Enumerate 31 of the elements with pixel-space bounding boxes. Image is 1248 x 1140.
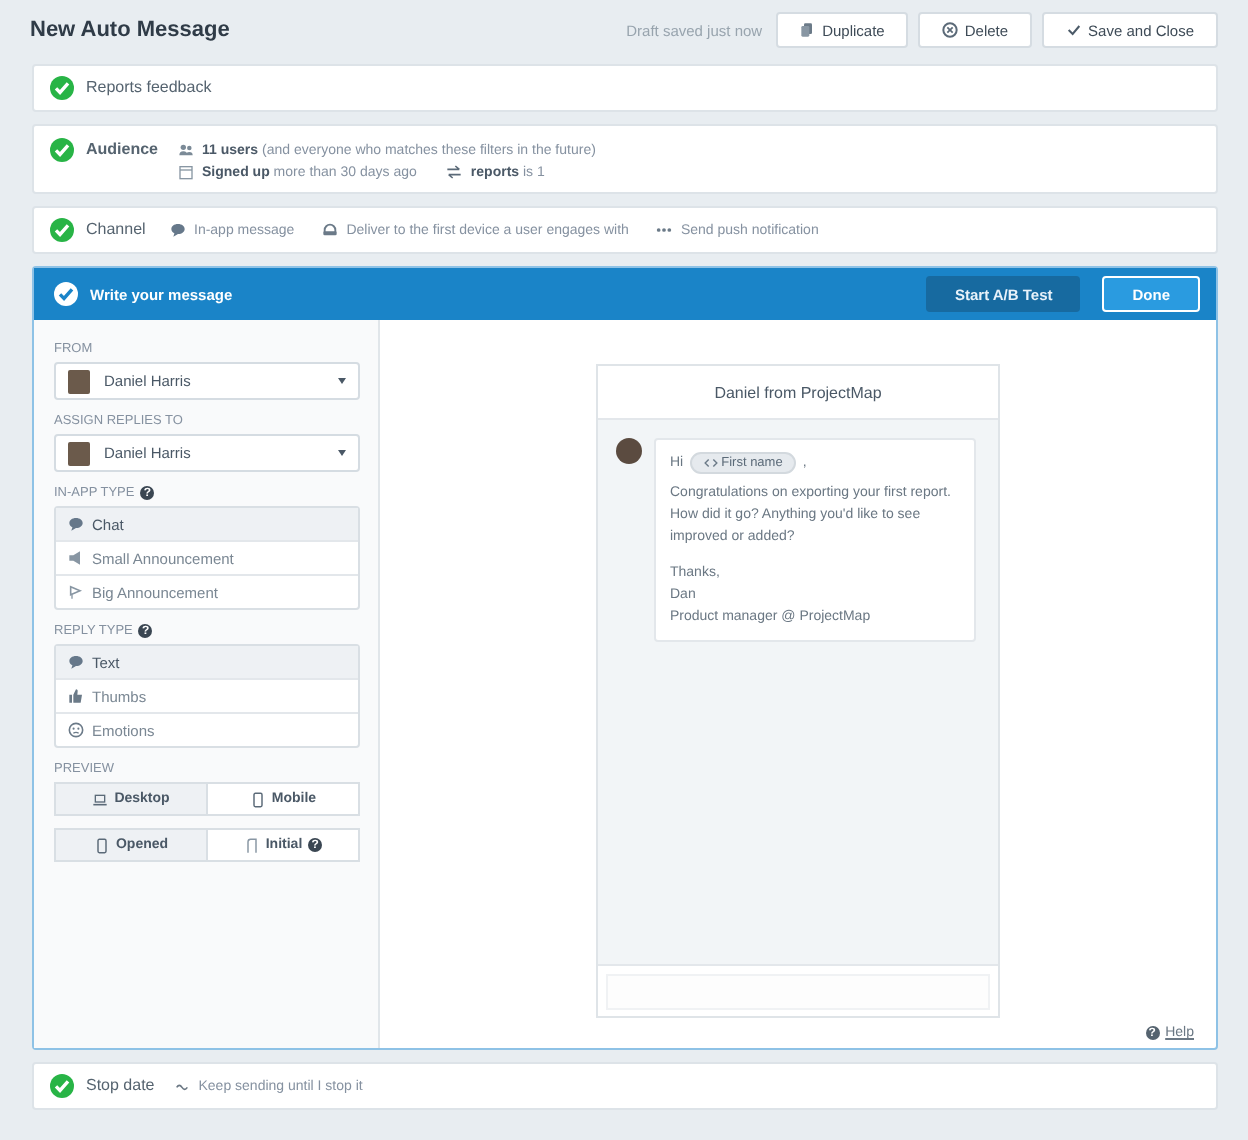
speech-bubble-icon <box>68 516 84 532</box>
caret-icon <box>338 378 346 384</box>
caret-icon <box>338 450 346 456</box>
phone-icon <box>249 791 266 807</box>
speech-bubble-icon <box>68 654 84 670</box>
laptop-icon <box>92 791 109 807</box>
phone-corner-icon <box>243 837 260 853</box>
users-icon <box>178 142 195 158</box>
section-label: Stop date <box>86 1074 155 1098</box>
calendar-icon <box>178 164 195 180</box>
headset-icon <box>322 222 339 238</box>
megaphone-icon <box>68 550 84 566</box>
check-icon <box>1066 22 1083 38</box>
avatar-placeholder <box>616 438 642 464</box>
phone-icon <box>93 837 110 853</box>
face-icon <box>68 722 84 738</box>
section-label: Channel <box>86 218 148 242</box>
close-icon <box>942 22 959 38</box>
avatar-placeholder <box>68 369 90 393</box>
megaphone-icon <box>68 584 84 600</box>
preview-header: Daniel from ProjectMap <box>598 366 998 420</box>
dots-icon <box>656 222 673 238</box>
copy-icon <box>800 22 817 38</box>
code-icon <box>703 456 718 470</box>
page-title: New Auto Message <box>30 18 230 42</box>
thumbs-up-icon <box>68 688 84 704</box>
speech-bubble-icon <box>170 222 186 238</box>
avatar-placeholder <box>68 441 90 465</box>
swap-icon <box>446 164 463 180</box>
section-label: Audience <box>86 138 159 162</box>
section-label: Reports feedback <box>86 76 212 100</box>
